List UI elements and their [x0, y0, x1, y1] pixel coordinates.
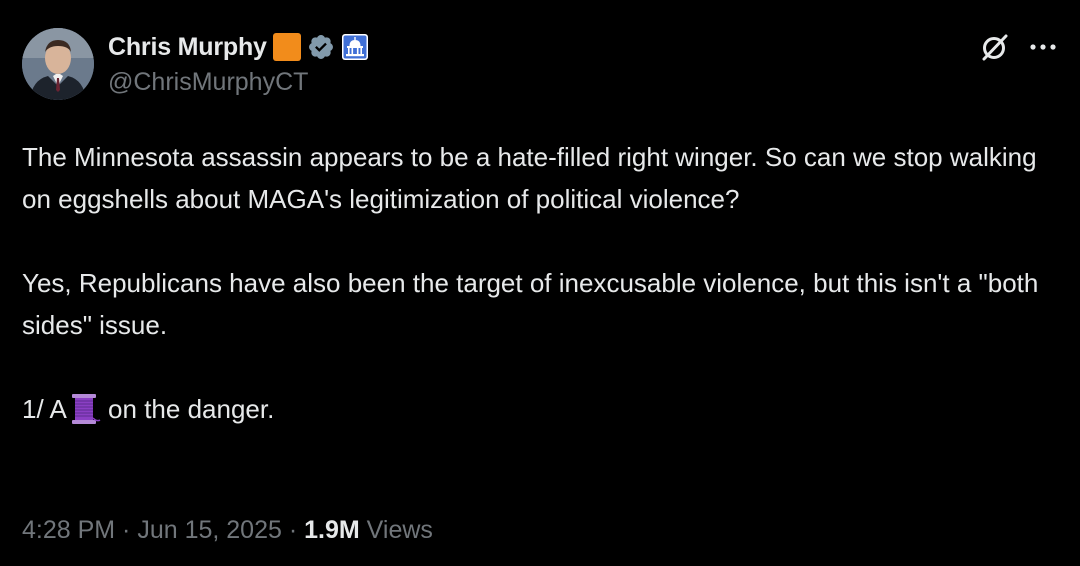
tweet-paragraph-2: Yes, Republicans have also been the targ…	[22, 268, 1039, 340]
tweet-date[interactable]: Jun 15, 2025	[137, 516, 282, 544]
author-handle[interactable]: @ChrisMurphyCT	[108, 68, 308, 97]
views-count: 1.9M	[304, 516, 360, 544]
meta-separator: ·	[115, 516, 138, 544]
verified-icon[interactable]	[307, 33, 335, 61]
avatar[interactable]	[22, 28, 94, 100]
avatar-image	[22, 28, 94, 100]
grok-icon[interactable]	[980, 32, 1010, 62]
thread-prefix: 1/ A	[22, 394, 67, 424]
meta-separator: ·	[281, 516, 305, 544]
tweet-time[interactable]: 4:28 PM	[22, 516, 115, 544]
spool-of-thread-icon	[71, 394, 101, 424]
thread-suffix: on the danger.	[100, 394, 275, 424]
views-label: Views	[359, 516, 433, 544]
post-card: Chris Murphy @ChrisMurphyCT The Minnesot…	[0, 0, 1080, 566]
tweet-paragraph-3: 1/ A on the danger.	[22, 388, 1062, 430]
tweet-text: The Minnesota assassin appears to be a h…	[22, 136, 1062, 430]
tweet-meta: 4:28 PM · Jun 15, 2025 · 1.9M Views	[22, 516, 433, 545]
more-icon[interactable]	[1026, 34, 1060, 60]
orange-square-badge-icon	[272, 33, 301, 61]
capitol-building-icon	[341, 34, 368, 60]
tweet-paragraph-1: The Minnesota assassin appears to be a h…	[22, 142, 1037, 214]
author-name-row: Chris Murphy	[108, 30, 369, 64]
author-display-name[interactable]: Chris Murphy	[108, 33, 267, 62]
